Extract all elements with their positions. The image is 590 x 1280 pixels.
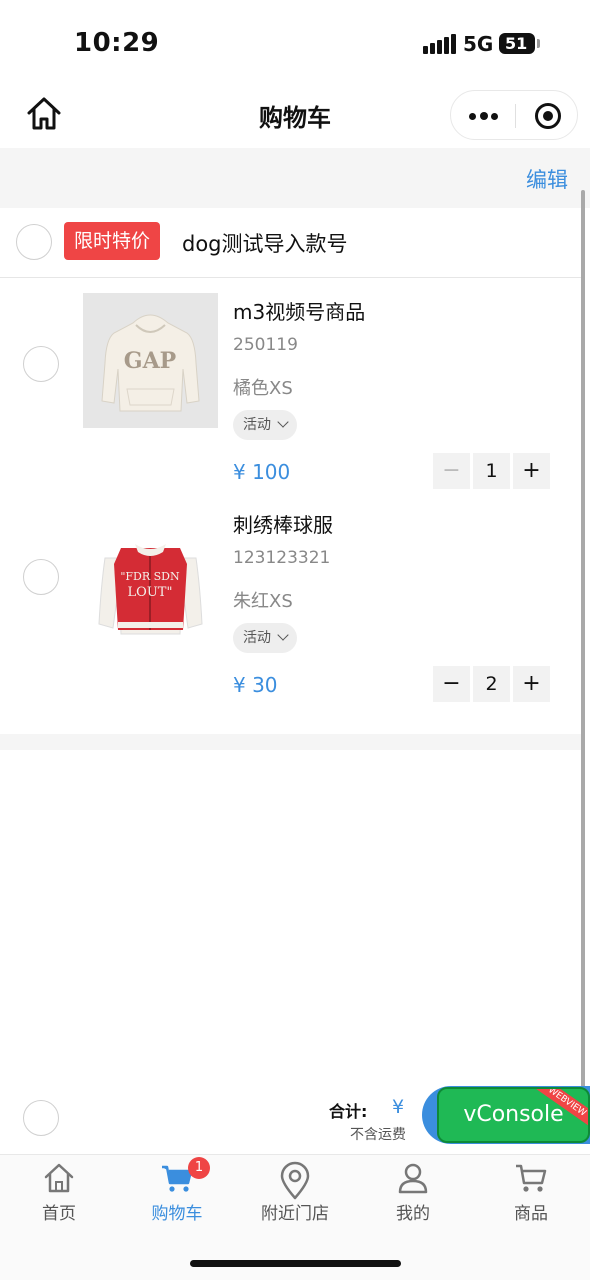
- store-select-radio[interactable]: [16, 224, 52, 260]
- promo-dropdown[interactable]: 活动: [233, 623, 297, 653]
- tab-label: 首页: [42, 1204, 76, 1224]
- cart-count-badge: 1: [188, 1157, 210, 1179]
- section-divider: [0, 734, 582, 750]
- quantity-value[interactable]: 1: [473, 453, 510, 489]
- tab-nearby-stores[interactable]: 附近门店: [236, 1161, 354, 1241]
- item-spec: 橘色XS: [233, 378, 293, 399]
- item-code: 250119: [233, 335, 298, 355]
- svg-text:GAP: GAP: [124, 348, 176, 374]
- cart-toolbar: 编辑: [0, 148, 590, 208]
- location-pin-icon: [280, 1161, 310, 1200]
- user-icon: [398, 1163, 428, 1194]
- battery-level: 51: [505, 34, 528, 53]
- decrease-button[interactable]: −: [433, 453, 470, 489]
- product-image[interactable]: GAP: [83, 293, 218, 428]
- item-select-radio[interactable]: [23, 559, 59, 595]
- total-currency: ¥: [392, 1096, 405, 1118]
- tab-label: 我的: [396, 1204, 430, 1224]
- status-time: 10:29: [74, 28, 160, 58]
- quantity-value[interactable]: 2: [473, 666, 510, 702]
- home-button[interactable]: [24, 94, 64, 134]
- svg-text:"FDR SDN: "FDR SDN: [120, 570, 180, 583]
- tab-label: 附近门店: [261, 1204, 329, 1224]
- cart-item: "FDR SDN LOUT" 刺绣棒球服 123123321 朱红XS 活动 ¥…: [0, 491, 582, 705]
- battery-icon: 51: [499, 33, 535, 54]
- vconsole-button[interactable]: vConsole WEBVIEW: [437, 1087, 590, 1143]
- item-code: 123123321: [233, 548, 331, 568]
- tab-label: 商品: [514, 1204, 548, 1224]
- item-title: m3视频号商品: [233, 300, 366, 324]
- promo-label: 活动: [243, 630, 271, 646]
- scrollbar[interactable]: [581, 190, 585, 1090]
- tab-cart[interactable]: 1 购物车: [118, 1157, 236, 1241]
- decrease-button[interactable]: −: [433, 666, 470, 702]
- tab-products[interactable]: 商品: [472, 1161, 590, 1241]
- home-outline-icon: [27, 97, 61, 130]
- network-type: 5G: [463, 32, 494, 56]
- status-bar: 10:29 5G 51: [0, 0, 590, 88]
- shipping-note: 不含运费: [350, 1127, 406, 1143]
- cart-item: GAP m3视频号商品 250119 橘色XS 活动 ¥ 100 − 1 +: [0, 278, 582, 492]
- vconsole-label: vConsole: [463, 1102, 564, 1127]
- more-icon[interactable]: [469, 108, 499, 124]
- nav-bar: 购物车: [0, 88, 590, 146]
- battery-tip: [537, 39, 540, 48]
- store-name: dog测试导入款号: [182, 232, 348, 256]
- store-header: 限时特价 dog测试导入款号: [0, 208, 582, 278]
- item-price: ¥ 30: [233, 673, 278, 697]
- select-all-radio[interactable]: [23, 1100, 59, 1136]
- varsity-jacket-image: "FDR SDN LOUT": [98, 544, 203, 635]
- total-label: 合计:: [329, 1102, 368, 1121]
- product-image[interactable]: "FDR SDN LOUT": [83, 506, 218, 641]
- increase-button[interactable]: +: [513, 453, 550, 489]
- item-price: ¥ 100: [233, 460, 291, 484]
- increase-button[interactable]: +: [513, 666, 550, 702]
- chevron-down-icon: [277, 416, 289, 428]
- signal-icon: [423, 34, 457, 54]
- item-title: 刺绣棒球服: [233, 513, 333, 537]
- home-indicator: [190, 1260, 401, 1267]
- mini-program-capsule: [450, 90, 578, 140]
- tab-profile[interactable]: 我的: [354, 1161, 472, 1241]
- chevron-down-icon: [277, 629, 289, 641]
- edit-button[interactable]: 编辑: [526, 164, 568, 194]
- tab-label: 购物车: [151, 1204, 203, 1224]
- close-target-icon[interactable]: [535, 103, 561, 129]
- sale-badge: 限时特价: [64, 222, 161, 260]
- promo-dropdown[interactable]: 活动: [233, 410, 297, 440]
- item-spec: 朱红XS: [233, 591, 293, 612]
- capsule-divider: [515, 104, 516, 128]
- svg-text:LOUT": LOUT": [128, 585, 173, 600]
- home-icon: [44, 1163, 74, 1193]
- hoodie-image: GAP: [101, 314, 200, 412]
- product-cart-icon: [516, 1164, 547, 1192]
- promo-label: 活动: [243, 417, 271, 433]
- item-select-radio[interactable]: [23, 346, 59, 382]
- tab-home[interactable]: 首页: [0, 1161, 118, 1241]
